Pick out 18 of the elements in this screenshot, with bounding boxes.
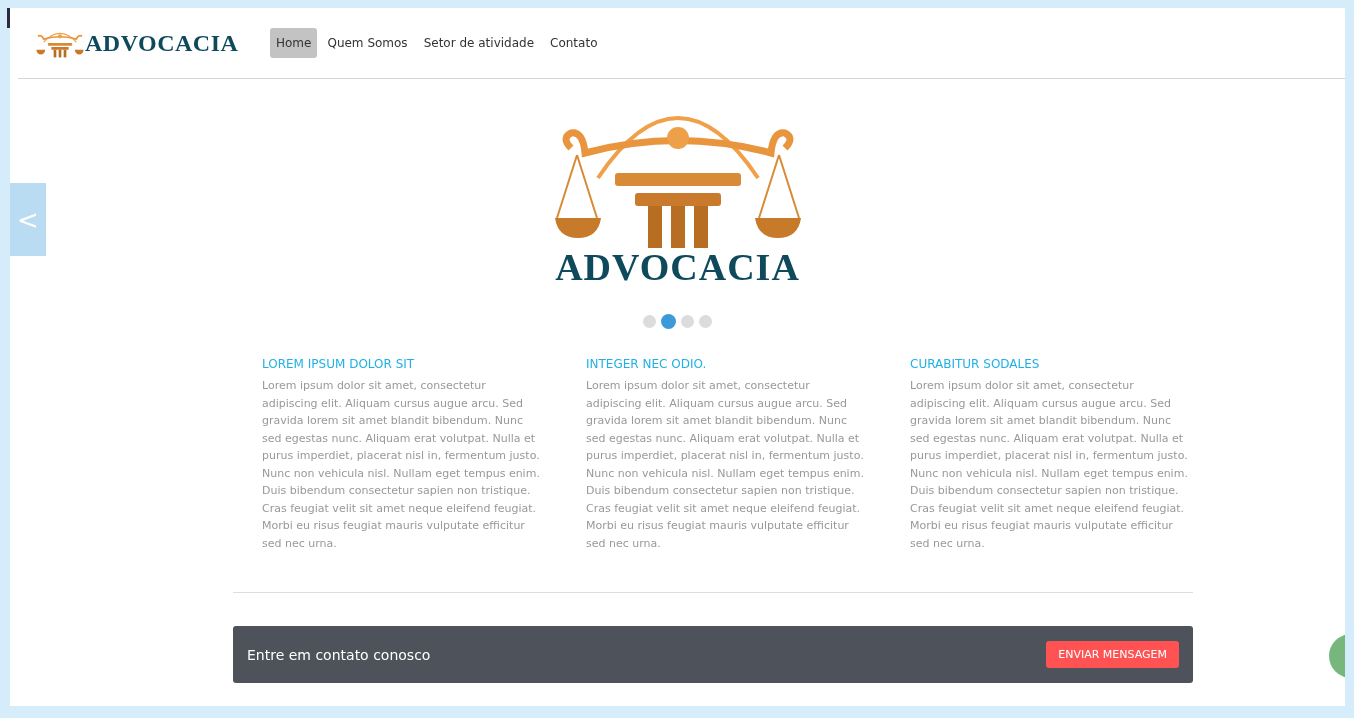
feature-title: CURABITUR SODALES — [910, 357, 1041, 371]
contact-text: Entre em contato conosco — [247, 646, 431, 663]
logo-wordmark: ADVOCACIA — [85, 29, 239, 57]
slide-dot[interactable] — [661, 314, 676, 329]
slide-dot[interactable] — [681, 315, 694, 328]
nav-link[interactable]: Quem Somos — [321, 28, 414, 58]
logo-wordmark: ADVOCACIA — [555, 246, 800, 288]
feature-title: LOREM IPSUM DOLOR SIT — [262, 357, 416, 371]
feature-title: INTEGER NEC ODIO. — [586, 357, 708, 371]
nav-link[interactable]: Home — [270, 28, 318, 58]
nav-link[interactable]: Contato — [544, 28, 604, 58]
feature-text: Lorem ipsum dolor sit amet, consectetur adipiscing elit. Aliquam cursus augue arcu. Sed gravida lorem sit amet blandit bibendum. Nunc sed egestas nunc. Aliquam erat volutpat. Nulla et purus imperdiet, placerat nisl in, fermentum justo. Nunc non vehicula nisl. Nullam eget tempus enim. Duis bibendum consectetur sapien non tristique. Cras feugiat velit sit amet neque eleifend feugiat. Morbi eu risus feugiat mauris vulputate efficitur sed nec urna. — [586, 378, 865, 552]
nav-link[interactable]: Setor de atividade — [417, 28, 541, 58]
feature-text: Lorem ipsum dolor sit amet, consectetur adipiscing elit. Aliquam cursus augue arcu. Sed gravida lorem sit amet blandit bibendum. Nunc sed egestas nunc. Aliquam erat volutpat. Nulla et purus imperdiet, placerat nisl in, fermentum justo. Nunc non vehicula nisl. Nullam eget tempus enim. Duis bibendum consectetur sapien non tristique. Cras feugiat velit sit amet neque eleifend feugiat. Morbi eu risus feugiat mauris vulputate efficitur sed nec urna. — [910, 378, 1189, 552]
feature-text: Lorem ipsum dolor sit amet, consectetur adipiscing elit. Aliquam cursus augue arcu. Sed gravida lorem sit amet blandit bibendum. Nunc sed egestas nunc. Aliquam erat volutpat. Nulla et purus imperdiet, placerat nisl in, fermentum justo. Nunc non vehicula nisl. Nullam eget tempus enim. Duis bibendum consectetur sapien non tristique. Cras feugiat velit sit amet neque eleifend feugiat. Morbi eu risus feugiat mauris vulputate efficitur sed nec urna. — [262, 378, 541, 552]
slide-dot[interactable] — [699, 315, 712, 328]
cursor-bar — [7, 8, 10, 28]
slide-dot[interactable] — [643, 315, 656, 328]
